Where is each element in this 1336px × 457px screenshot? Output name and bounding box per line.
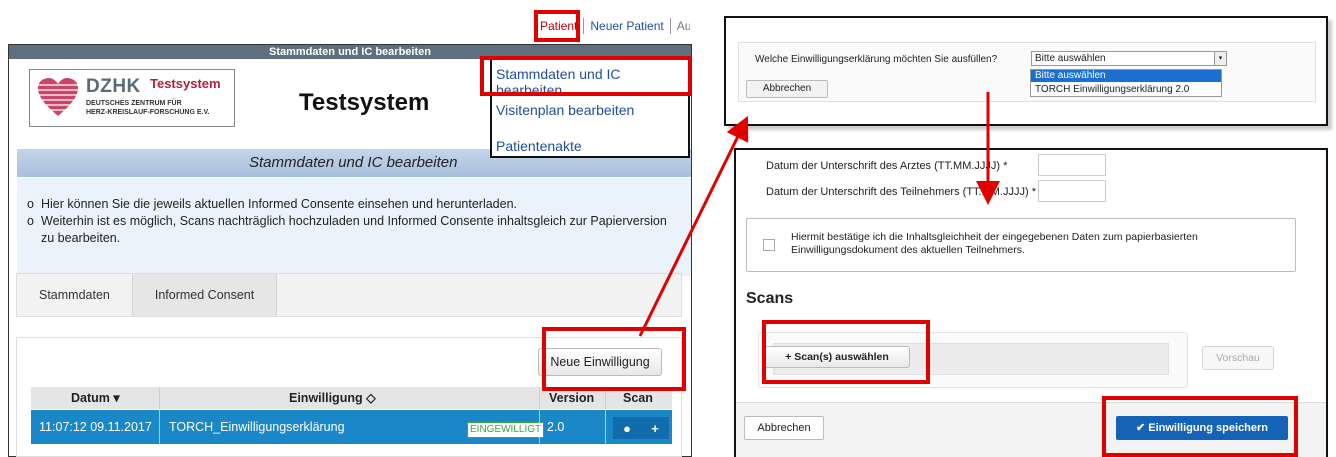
annotation-arrows [638,92,1000,337]
